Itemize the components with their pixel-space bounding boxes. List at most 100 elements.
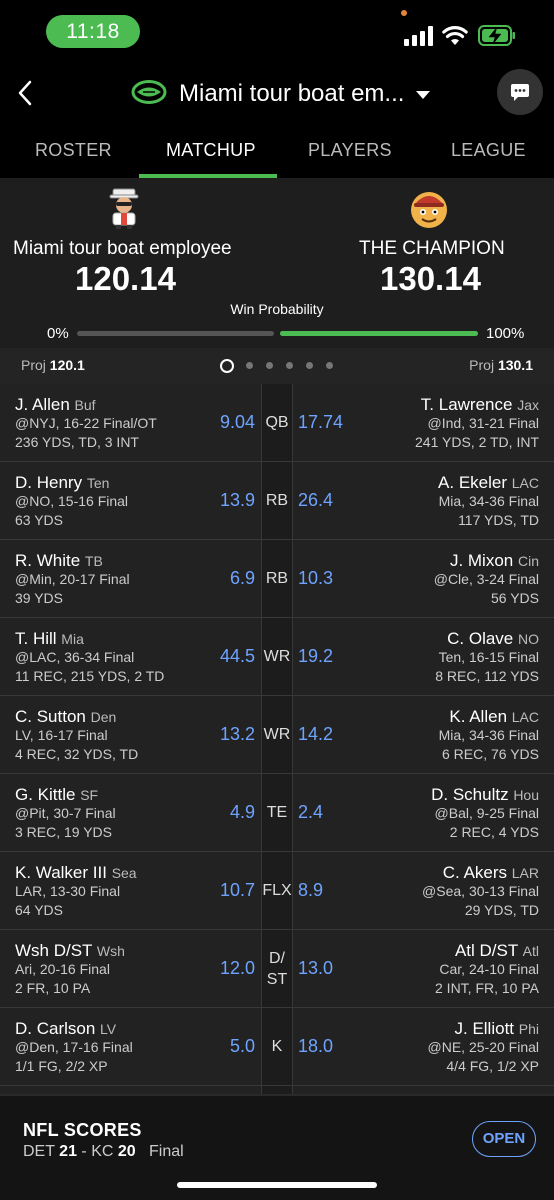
home-player-game: @NYJ, 16-22 Final/OT	[15, 415, 157, 431]
home-player-name[interactable]: Wsh D/ST Wsh	[15, 941, 125, 961]
win-prob-fill-away	[280, 331, 478, 336]
home-player-points: 10.7	[219, 880, 255, 900]
lineup-row-wr1[interactable]: T. Hill Mia @LAC, 36-34 Final 11 REC, 21…	[0, 618, 554, 696]
position-label: RB	[261, 540, 293, 617]
home-player-name[interactable]: G. Kittle SF	[15, 785, 98, 805]
page-dot[interactable]	[286, 362, 293, 369]
home-player-name[interactable]: T. Hill Mia	[15, 629, 84, 649]
nfl-scores-banner[interactable]: NFL SCORES DET 21 - KC 20 Final OPEN	[0, 1094, 554, 1200]
lineup-row-flx[interactable]: K. Walker III Sea LAR, 13-30 Final 64 YD…	[0, 852, 554, 930]
away-player-name[interactable]: C. Akers LAR	[443, 863, 539, 883]
away-projection: Proj 130.1	[469, 357, 533, 373]
home-player-stats: 3 REC, 19 YDS	[15, 824, 113, 840]
tab-league[interactable]: LEAGUE	[451, 140, 526, 161]
away-player-stats: 2 REC, 4 YDS	[449, 824, 539, 840]
home-player-stats: 1/1 FG, 2/2 XP	[15, 1058, 108, 1074]
chat-button[interactable]	[497, 69, 543, 115]
home-player-points: 13.9	[219, 490, 255, 510]
away-team-name[interactable]: THE CHAMPION	[359, 238, 505, 260]
lineup-row-partial	[0, 1086, 554, 1094]
win-prob-bar-home	[77, 331, 274, 336]
home-player-name[interactable]: C. Sutton Den	[15, 707, 116, 727]
banner-title: NFL SCORES	[23, 1120, 142, 1140]
matchup-scoreboard: Miami tour boat employee 120.14 THE CHAM…	[0, 178, 554, 348]
win-prob-left-pct: 0%	[47, 325, 69, 342]
home-player-game: Ari, 20-16 Final	[15, 961, 110, 977]
away-player-name[interactable]: C. Olave NO	[447, 629, 539, 649]
away-player-game: Car, 24-10 Final	[439, 961, 539, 977]
page-dot[interactable]	[326, 362, 333, 369]
home-player-points: 9.04	[219, 412, 255, 432]
lineup-row-wr2[interactable]: C. Sutton Den LV, 16-17 Final 4 REC, 32 …	[0, 696, 554, 774]
away-player-points: 14.2	[298, 724, 334, 744]
home-player-stats: 63 YDS	[15, 512, 63, 528]
away-player-name[interactable]: D. Schultz Hou	[431, 785, 539, 805]
home-player-points: 5.0	[229, 1036, 255, 1056]
home-player-stats: 39 YDS	[15, 590, 63, 606]
home-player-name[interactable]: D. Henry Ten	[15, 473, 109, 493]
tab-matchup[interactable]: MATCHUP	[166, 140, 256, 161]
away-player-stats: 2 INT, FR, 10 PA	[435, 980, 539, 996]
away-player-points: 10.3	[298, 568, 334, 588]
lineup-row-dst[interactable]: Wsh D/ST Wsh Ari, 20-16 Final 2 FR, 10 P…	[0, 930, 554, 1008]
position-label: K	[261, 1008, 293, 1085]
home-player-points: 12.0	[219, 958, 255, 978]
away-team-score: 130.14	[380, 260, 481, 297]
tab-roster[interactable]: ROSTER	[35, 140, 112, 161]
home-team-avatar[interactable]	[104, 188, 144, 230]
tab-players[interactable]: PLAYERS	[308, 140, 392, 161]
back-chevron-icon[interactable]	[14, 78, 36, 108]
position-label: WR	[261, 696, 293, 773]
away-player-name[interactable]: Atl D/ST Atl	[455, 941, 539, 961]
away-player-stats: 8 REC, 112 YDS	[435, 668, 539, 684]
home-player-stats: 64 YDS	[15, 902, 63, 918]
away-player-points: 2.4	[298, 802, 324, 822]
home-player-game: @Den, 17-16 Final	[15, 1039, 133, 1055]
lineup-row-rb2[interactable]: R. White TB @Min, 20-17 Final 39 YDS 6.9…	[0, 540, 554, 618]
page-dot-active[interactable]	[220, 359, 234, 373]
privacy-indicator-icon	[401, 10, 407, 16]
lineup-row-k[interactable]: D. Carlson LV @Den, 17-16 Final 1/1 FG, …	[0, 1008, 554, 1086]
away-team-avatar[interactable]	[409, 188, 449, 230]
away-player-stats: 117 YDS, TD	[458, 512, 539, 528]
home-team-name[interactable]: Miami tour boat employee	[13, 238, 232, 260]
home-player-game: LV, 16-17 Final	[15, 727, 108, 743]
status-time: 11:18	[46, 15, 140, 48]
away-player-name[interactable]: T. Lawrence Jax	[421, 395, 539, 415]
home-player-name[interactable]: D. Carlson LV	[15, 1019, 116, 1039]
away-player-stats: 29 YDS, TD	[464, 902, 539, 918]
away-player-name[interactable]: J. Mixon Cin	[450, 551, 539, 571]
lineup-table: J. Allen Buf @NYJ, 16-22 Final/OT 236 YD…	[0, 384, 554, 1094]
lineup-row-te[interactable]: G. Kittle SF @Pit, 30-7 Final 3 REC, 19 …	[0, 774, 554, 852]
lineup-row-rb1[interactable]: D. Henry Ten @NO, 15-16 Final 63 YDS 13.…	[0, 462, 554, 540]
home-player-name[interactable]: R. White TB	[15, 551, 103, 571]
home-player-name[interactable]: K. Walker III Sea	[15, 863, 137, 883]
home-player-stats: 11 REC, 215 YDS, 2 TD	[15, 668, 165, 684]
home-indicator[interactable]	[177, 1182, 377, 1188]
page-dot[interactable]	[266, 362, 273, 369]
away-player-stats: 241 YDS, 2 TD, INT	[415, 434, 539, 450]
away-player-name[interactable]: A. Ekeler LAC	[438, 473, 539, 493]
open-button[interactable]: OPEN	[472, 1121, 536, 1157]
league-title[interactable]: Miami tour boat em...	[179, 80, 404, 108]
home-player-name[interactable]: J. Allen Buf	[15, 395, 96, 415]
home-player-game: @Pit, 30-7 Final	[15, 805, 116, 821]
away-player-points: 13.0	[298, 958, 334, 978]
away-player-name[interactable]: J. Elliott Phi	[455, 1019, 540, 1039]
position-label: RB	[261, 462, 293, 539]
lineup-row-qb[interactable]: J. Allen Buf @NYJ, 16-22 Final/OT 236 YD…	[0, 384, 554, 462]
projection-row: Proj 120.1 Proj 130.1	[0, 348, 554, 384]
home-projection: Proj 120.1	[21, 357, 85, 373]
home-player-points: 6.9	[229, 568, 255, 588]
football-icon	[131, 80, 167, 104]
home-player-stats: 2 FR, 10 PA	[15, 980, 91, 996]
away-player-name[interactable]: K. Allen LAC	[449, 707, 539, 727]
page-dot[interactable]	[246, 362, 253, 369]
home-player-game: @LAC, 36-34 Final	[15, 649, 135, 665]
away-player-game: @NE, 25-20 Final	[427, 1039, 539, 1055]
home-team-score: 120.14	[75, 260, 176, 297]
caret-down-icon[interactable]	[416, 91, 430, 99]
page-dot[interactable]	[306, 362, 313, 369]
away-player-game: Mia, 34-36 Final	[438, 727, 539, 743]
tab-bar: ROSTER MATCHUP PLAYERS LEAGUE	[0, 134, 554, 178]
